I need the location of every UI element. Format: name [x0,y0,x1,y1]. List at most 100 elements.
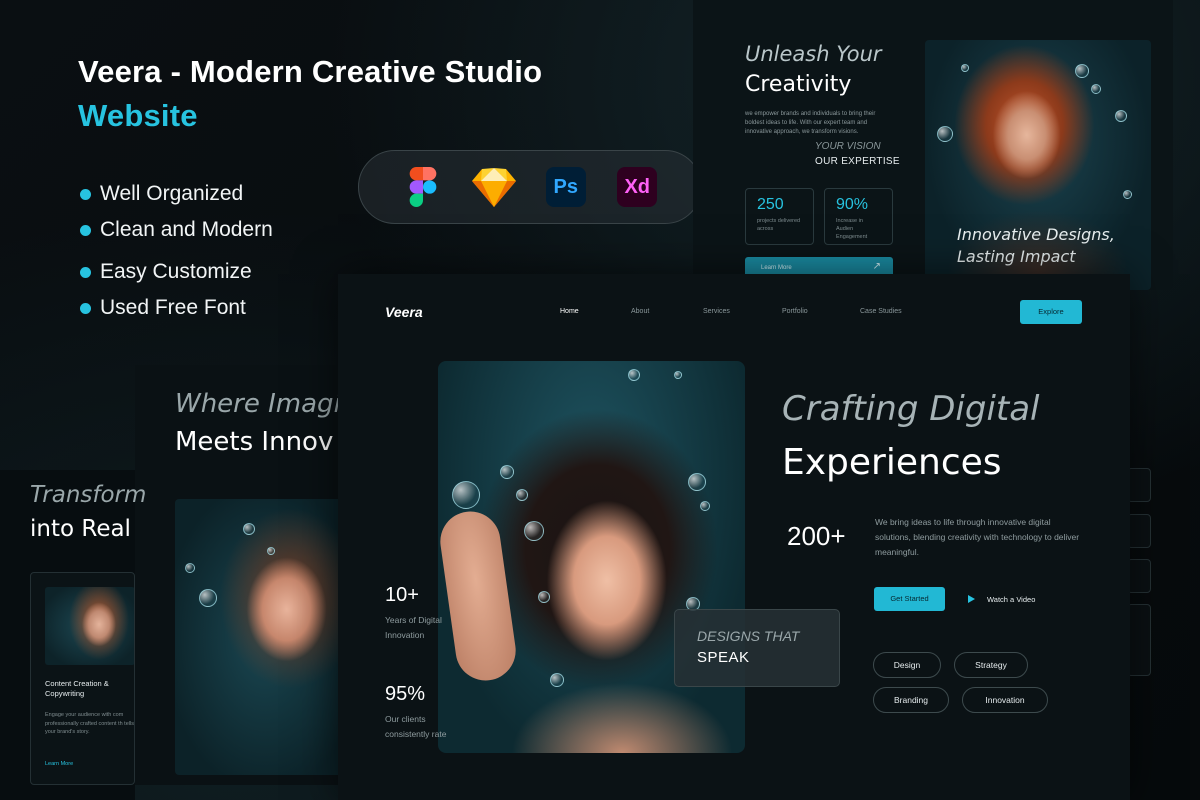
bubble-icon [524,521,544,541]
designs-bold: SPEAK [697,649,750,666]
ghost-button [1127,604,1151,676]
bubble-icon [674,371,682,379]
watch-video-button[interactable]: Watch a Video [968,587,1035,611]
bubble-icon [1091,84,1101,94]
nav-home[interactable]: Home [560,308,579,315]
photo-caption-line1: Innovative Designs, [957,225,1115,244]
figma-icon [401,165,445,209]
hero-heading-italic: Crafting Digital [782,389,1040,429]
bubble-icon [500,465,514,479]
preview-card-left-middle: Where Imagin Meets Innov [135,365,358,785]
feature-item: Easy Customize [80,254,273,290]
bubble-icon [452,481,480,509]
card-heading-italic: Transform [30,482,147,508]
bullet-dot-icon [80,188,91,200]
designs-badge: DESIGNS THAT SPEAK [674,609,840,687]
bubble-icon [1075,64,1089,78]
promo-title-line2: Website [78,98,198,133]
preview-card-top: Unleash Your Creativity we empower brand… [693,0,1173,290]
get-started-button[interactable]: Get Started [874,587,945,611]
bubble-icon [199,589,217,607]
stat-desc: Our clients consistently rate [385,712,446,742]
feature-label: Clean and Modern [100,218,273,241]
nav-case-studies[interactable]: Case Studies [860,308,902,315]
tag-innovation[interactable]: Innovation [962,687,1048,713]
stat-years: 10+ Years of Digital Innovation [385,584,442,643]
arrow-up-right-icon: ↗ [872,261,881,272]
vision-label: YOUR VISION [815,141,881,152]
nav-portfolio[interactable]: Portfolio [782,308,808,315]
stat-box: 250 projects delivered across [745,188,814,245]
stat-value: 10+ [385,584,419,606]
tag-strategy[interactable]: Strategy [954,652,1028,678]
stat-value: 250 [757,196,784,213]
card-heading-italic: Where Imagin [175,389,358,419]
tag-branding[interactable]: Branding [873,687,949,713]
service-photo [45,587,134,665]
sketch-icon [472,165,517,209]
stat-desc: Years of Digital Innovation [385,613,442,643]
bubble-icon [961,64,969,72]
feature-label: Used Free Font [100,296,246,319]
bubble-icon [516,489,528,501]
service-title: Content Creation & Copywriting [45,679,109,698]
hero-heading: Experiences [782,442,1002,483]
tag-design[interactable]: Design [873,652,941,678]
bubble-icon [628,369,640,381]
bubble-icon [267,547,275,555]
feature-label: Well Organized [100,182,244,205]
stat-value: 90% [836,196,869,213]
feature-item: Clean and Modern [80,212,273,248]
photoshop-icon: Ps [544,165,588,209]
card-heading: into Real [30,516,131,542]
xd-label: Xd [617,167,658,207]
bullet-dot-icon [80,224,91,236]
nav-services[interactable]: Services [703,308,730,315]
redhead-underwater-photo: Innovative Designs, Lasting Impact [925,40,1151,290]
ghost-button [1127,468,1151,502]
watch-video-label: Watch a Video [987,594,1036,604]
stat-desc-line: Years of Digital [385,615,442,625]
bubble-icon [1115,110,1127,122]
designs-italic: DESIGNS THAT [697,628,800,644]
bullet-dot-icon [80,266,91,278]
feature-item: Well Organized [80,176,273,212]
bubbles-woman-photo [175,499,355,775]
stat-desc-line: Innovation [385,630,425,640]
ghost-button [1127,559,1151,593]
promo-title: Veera - Modern Creative Studio Website [78,50,542,138]
nav-about[interactable]: About [631,308,649,315]
expertise-label: OUR EXPERTISE [815,156,900,167]
stat-desc: Increase in Audien Engagement [836,218,868,240]
service-learn-more-link[interactable]: Learn More [45,761,73,767]
bubble-icon [700,501,710,511]
learn-more-label: Learn More [761,265,792,271]
bubble-icon [688,473,706,491]
play-icon [968,595,975,603]
tool-badges: Ps Xd [358,150,702,224]
bubble-icon [550,673,564,687]
bullet-dot-icon [80,302,91,314]
hero-woman-photo [438,361,745,753]
feature-list: Well Organized Clean and Modern Easy Cus… [80,176,273,326]
photoshop-label: Ps [545,167,586,207]
explore-button[interactable]: Explore [1020,300,1082,324]
ghost-button [1127,514,1151,548]
stat-clients: 95% Our clients consistently rate [385,683,446,742]
logo[interactable]: Veera [385,304,423,320]
service-card[interactable]: Content Creation & Copywriting Engage yo… [30,572,135,785]
bubble-icon [243,523,255,535]
card-heading-italic: Unleash Your [745,42,882,66]
main-preview-card: Veera Home About Services Portfolio Case… [338,274,1130,800]
bubble-icon [937,126,953,142]
stat-value: 95% [385,683,426,705]
preview-card-left: Transform into Real Content Creation & C… [0,470,146,800]
hand-shape [438,507,520,685]
stat-desc-line: consistently rate [385,729,447,739]
stat-desc: projects delivered across [757,218,801,232]
card-paragraph: we empower brands and individuals to bri… [745,111,876,135]
projects-stat: 200+ [787,521,846,551]
bubble-icon [1123,190,1132,199]
xd-icon: Xd [615,165,659,209]
card-heading: Meets Innov [175,427,334,457]
